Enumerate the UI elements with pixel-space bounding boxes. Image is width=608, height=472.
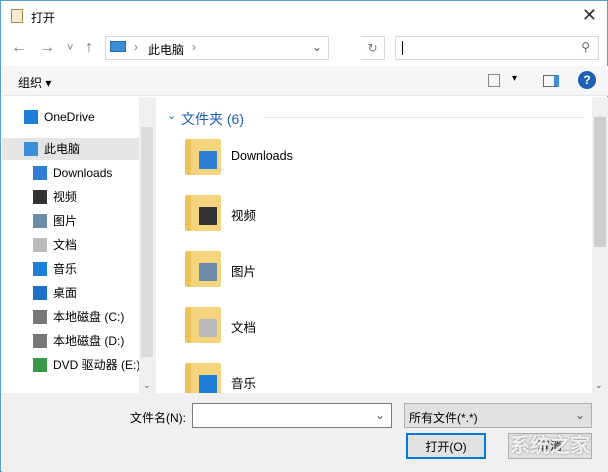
open-button[interactable]: 打开(O) xyxy=(406,433,486,459)
sidebar-item[interactable]: 本地磁盘 (D:) xyxy=(2,330,140,352)
chevron-down-icon[interactable]: ⌄ xyxy=(375,408,385,422)
folder-icon xyxy=(185,363,221,393)
folder-label: 视频 xyxy=(231,209,257,223)
picture-icon xyxy=(199,263,217,281)
view-options-icon[interactable] xyxy=(488,74,500,87)
filetype-select[interactable]: 所有文件(*.*) ⌄ xyxy=(404,403,592,428)
navigation-pane: OneDrive 此电脑 Downloads 视频图片文档音乐桌面本地磁盘 (C:) 本… xyxy=(2,97,156,393)
sidebar-item-label: Downloads xyxy=(53,166,113,180)
drive-icon xyxy=(33,334,47,348)
folder-icon xyxy=(185,307,221,343)
group-header[interactable]: 文件夹 (6) xyxy=(181,109,244,129)
computer-icon xyxy=(110,41,126,52)
desktop-icon xyxy=(33,286,47,300)
computer-icon xyxy=(24,142,38,156)
video-icon xyxy=(199,207,217,225)
folder-label: 音乐 xyxy=(231,377,257,391)
document-icon xyxy=(199,319,217,337)
folder-label: Downloads xyxy=(231,149,293,163)
window-title: 打开 xyxy=(31,11,56,25)
download-icon xyxy=(199,151,217,169)
file-list: ⌄ 文件夹 (6) Downloads 视频图片文档音乐 xyxy=(159,97,593,393)
sidebar-item-label: 视频 xyxy=(53,190,78,204)
sidebar-item[interactable]: 图片 xyxy=(2,210,140,232)
folder-label: 文档 xyxy=(231,321,257,335)
folder-item[interactable]: 文档 xyxy=(185,303,385,347)
download-icon xyxy=(33,166,47,180)
folder-item[interactable]: 视频 xyxy=(185,191,385,235)
watermark: 系统之家 xyxy=(510,435,590,457)
music-icon xyxy=(33,262,47,276)
help-button[interactable]: ? xyxy=(578,71,596,89)
music-icon xyxy=(199,375,217,393)
sidebar-item[interactable]: Downloads xyxy=(2,162,140,184)
sidebar-item[interactable]: 文档 xyxy=(2,234,140,256)
search-input[interactable]: ⚲ xyxy=(395,36,599,60)
sidebar-item-label: 桌面 xyxy=(53,286,78,300)
toolbar: 组织 ▾ ▾ ? xyxy=(2,66,608,96)
folder-item[interactable]: 音乐 xyxy=(185,359,385,393)
open-file-dialog: 打开 ✕ ← → ˅ ↑ › 此电脑 › ⌄ ↻ ⚲ 组织 ▾ ▾ ? OneD… xyxy=(0,0,608,472)
sidebar-item[interactable]: 桌面 xyxy=(2,282,140,304)
search-icon: ⚲ xyxy=(581,40,590,54)
sidebar-item[interactable]: OneDrive xyxy=(2,106,140,128)
folder-item[interactable]: Downloads xyxy=(185,135,385,179)
path-separator[interactable]: › xyxy=(192,40,196,54)
sidebar-item[interactable]: DVD 驱动器 (E:) xyxy=(2,354,140,376)
preview-pane-icon[interactable] xyxy=(543,75,559,87)
breadcrumb-this-pc[interactable]: 此电脑 xyxy=(148,41,184,58)
sidebar-item-label: 本地磁盘 (D:) xyxy=(53,334,125,348)
collapse-group-icon[interactable]: ⌄ xyxy=(167,109,176,122)
folder-icon xyxy=(185,251,221,287)
sidebar-item-label: 文档 xyxy=(53,238,78,252)
picture-icon xyxy=(33,214,47,228)
view-dropdown-icon[interactable]: ▾ xyxy=(512,73,517,84)
dialog-icon xyxy=(11,9,23,23)
back-button[interactable]: ← xyxy=(11,39,27,57)
folder-item[interactable]: 图片 xyxy=(185,247,385,291)
filename-input[interactable]: ⌄ xyxy=(192,403,392,428)
recent-locations-button[interactable]: ˅ xyxy=(67,42,73,54)
drive-icon xyxy=(33,310,47,324)
up-button[interactable]: ↑ xyxy=(85,39,93,57)
refresh-button[interactable]: ↻ xyxy=(361,36,385,60)
chevron-down-icon[interactable]: ⌄ xyxy=(312,40,322,54)
main-scrollbar[interactable]: ⌄ xyxy=(592,97,608,393)
sidebar-item-label: 图片 xyxy=(53,214,78,228)
address-bar[interactable]: › 此电脑 › ⌄ xyxy=(105,36,329,60)
organize-button[interactable]: 组织 ▾ xyxy=(18,74,51,91)
close-button[interactable]: ✕ xyxy=(582,5,597,26)
chevron-down-icon: ⌄ xyxy=(574,408,585,422)
dvd-icon xyxy=(33,358,47,372)
filetype-value: 所有文件(*.*) xyxy=(409,411,478,425)
document-icon xyxy=(33,238,47,252)
sidebar-item-label: 音乐 xyxy=(53,262,78,276)
sidebar-item-label: 本地磁盘 (C:) xyxy=(53,310,125,324)
path-separator: › xyxy=(134,40,138,54)
sidebar-item-label: 此电脑 xyxy=(44,142,81,156)
bottom-panel: 文件名(N): ⌄ 所有文件(*.*) ⌄ 打开(O) 取消 系统之家 xyxy=(2,393,608,472)
sidebar-item[interactable]: 音乐 xyxy=(2,258,140,280)
sidebar-scrollbar[interactable]: ⌄ xyxy=(139,97,156,393)
folder-icon xyxy=(185,195,221,231)
video-icon xyxy=(33,190,47,204)
cloud-icon xyxy=(24,110,38,124)
folder-icon xyxy=(185,139,221,175)
sidebar-item[interactable]: 视频 xyxy=(2,186,140,208)
sidebar-item-label: DVD 驱动器 (E:) xyxy=(53,358,141,372)
forward-button[interactable]: → xyxy=(39,39,55,57)
sidebar-item-label: OneDrive xyxy=(44,110,95,124)
filename-label: 文件名(N): xyxy=(130,411,186,425)
sidebar-item[interactable]: 此电脑 xyxy=(2,138,140,160)
sidebar-item[interactable]: 本地磁盘 (C:) xyxy=(2,306,140,328)
folder-label: 图片 xyxy=(231,265,257,279)
